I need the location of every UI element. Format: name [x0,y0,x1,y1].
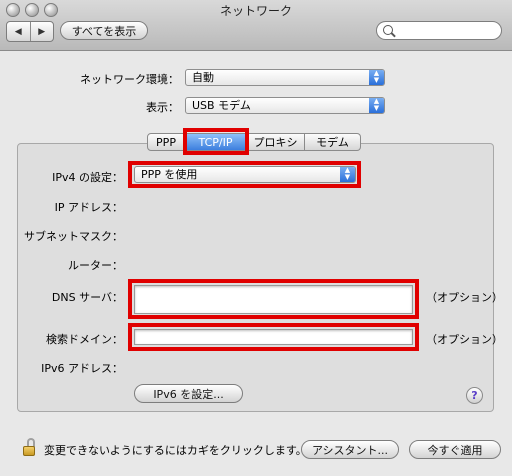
window-title: ネットワーク [219,4,292,18]
search-optional-note: （オプション） [426,333,503,346]
dns-server-field[interactable] [134,285,413,314]
ipv4-config-value: PPP を使用 [141,168,198,181]
forward-arrow-icon[interactable]: ▶ [29,22,54,41]
lock-icon[interactable] [22,438,38,456]
location-value: 自動 [192,71,214,84]
location-label: ネットワーク環境： [80,73,179,86]
show-popup[interactable]: USB モデム ▲ ▼ [185,97,385,114]
back-forward-control[interactable]: ◀ ▶ [6,21,54,42]
dns-optional-note: （オプション） [426,291,503,304]
popup-arrows-icon: ▲ ▼ [369,70,384,85]
ipv6-address-label: IPv6 アドレス： [41,362,123,375]
search-field[interactable] [376,21,502,40]
show-all-button[interactable]: すべてを表示 [60,21,148,40]
title-bar: ネットワーク ◀ ▶ すべてを表示 [0,0,512,51]
tab-bar: PPP TCP/IP プロキシ モデム [147,133,361,151]
dns-server-label: DNS サーバ： [51,291,123,304]
apply-now-button[interactable]: 今すぐ適用 [409,440,501,459]
configure-ipv6-button[interactable]: IPv6 を設定... [134,384,243,403]
tab-tcpip[interactable]: TCP/IP [185,133,247,151]
lock-instructions: 変更できないようにするにはカギをクリックします。 [44,444,307,457]
subnet-mask-label: サブネットマスク： [24,230,123,243]
help-icon[interactable]: ? [466,387,483,404]
search-domains-field[interactable] [134,329,413,345]
search-domains-label: 検索ドメイン： [46,333,123,346]
tab-modem[interactable]: モデム [305,133,361,151]
tab-proxy[interactable]: プロキシ [247,133,305,151]
popup-arrows-icon: ▲ ▼ [340,167,355,182]
tab-ppp[interactable]: PPP [147,133,185,151]
back-arrow-icon[interactable]: ◀ [7,22,30,41]
location-popup[interactable]: 自動 ▲ ▼ [185,69,385,86]
ipv4-config-label: IPv4 の設定： [52,171,123,184]
show-value: USB モデム [192,99,251,112]
popup-arrows-icon: ▲ ▼ [369,98,384,113]
ip-address-label: IP アドレス： [54,201,123,214]
show-label: 表示： [146,101,179,114]
ipv4-config-popup[interactable]: PPP を使用 ▲ ▼ [134,166,356,183]
router-label: ルーター： [68,259,123,272]
assistant-button[interactable]: アシスタント... [301,440,399,459]
